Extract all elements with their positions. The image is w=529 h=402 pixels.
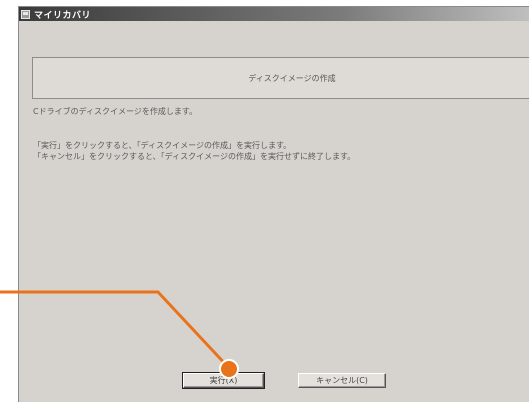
window-title: マイリカバリ <box>34 10 92 21</box>
description-text: Cドライブのディスクイメージを作成します。 <box>33 107 198 116</box>
app-icon <box>21 9 30 19</box>
screenshot-stage: マイリカバリ ディスクイメージの作成 Cドライブのディスクイメージを作成します。… <box>0 0 529 402</box>
app-window: マイリカバリ ディスクイメージの作成 Cドライブのディスクイメージを作成します。… <box>18 6 529 402</box>
instruction-line-cancel: 「キャンセル」をクリックすると、「ディスクイメージの作成」を実行せずに終了します… <box>33 152 356 161</box>
header-panel: ディスクイメージの作成 <box>32 57 529 99</box>
title-bar[interactable]: マイリカバリ <box>19 7 529 21</box>
page-title: ディスクイメージの作成 <box>248 73 336 83</box>
cancel-button[interactable]: キャンセル(C) <box>298 373 386 388</box>
execute-button[interactable]: 実行(X) <box>182 372 265 389</box>
instruction-line-execute: 「実行」をクリックすると、「ディスクイメージの作成」を実行します。 <box>33 141 292 150</box>
